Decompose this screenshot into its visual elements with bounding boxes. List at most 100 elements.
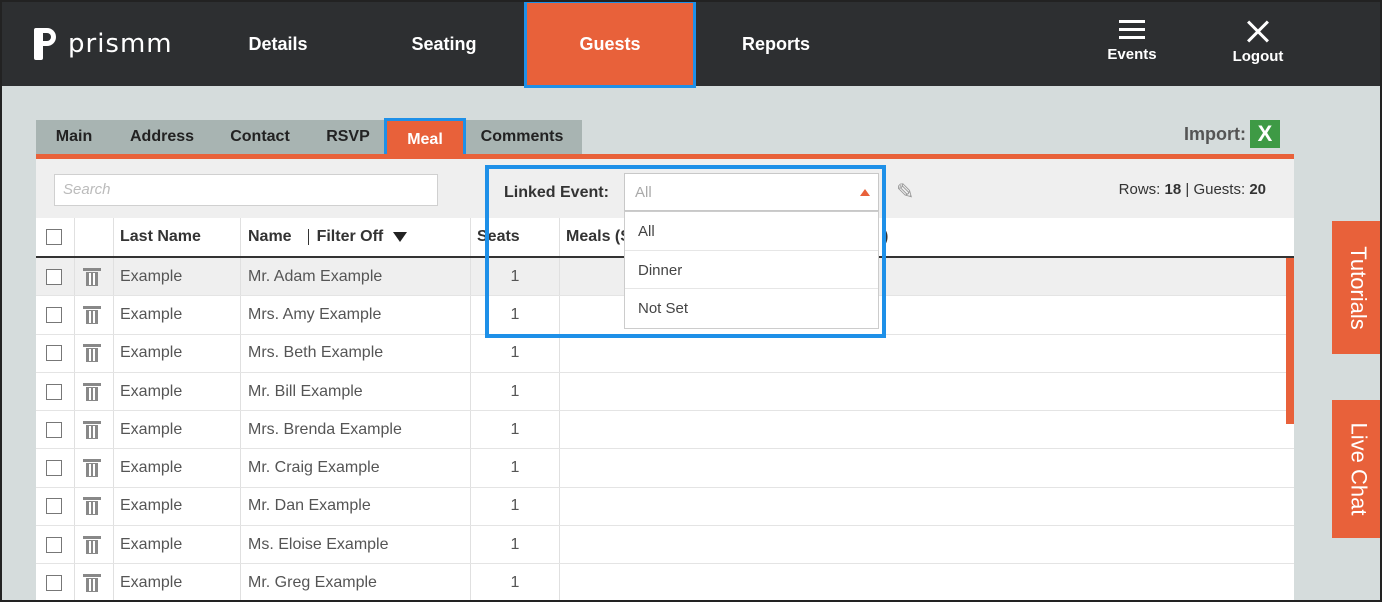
summary-separator: | xyxy=(1185,181,1190,198)
subtab-contact[interactable]: Contact xyxy=(216,120,304,154)
row-checkbox[interactable] xyxy=(46,421,62,438)
trash-icon[interactable] xyxy=(83,344,101,363)
row-delete-cell xyxy=(75,411,114,449)
row-delete-cell xyxy=(75,258,114,296)
header-seats[interactable]: Seats xyxy=(471,218,560,256)
search-input[interactable]: Search xyxy=(54,174,438,206)
events-label: Events xyxy=(1107,46,1157,63)
table-row[interactable]: Example Mr. Greg Example 1 xyxy=(36,564,1294,600)
header-name[interactable]: Name Filter Off xyxy=(241,218,471,256)
events-button[interactable]: Events xyxy=(1092,20,1172,63)
select-all-checkbox[interactable] xyxy=(46,229,62,245)
table-row[interactable]: Example Mr. Craig Example 1 xyxy=(36,449,1294,488)
cell-meals[interactable] xyxy=(560,526,1286,563)
app-frame: prismm Details Seating Guests Reports Ev… xyxy=(0,0,1382,602)
filter-dropdown-icon[interactable] xyxy=(393,232,408,242)
row-select-cell xyxy=(36,411,75,449)
cell-last-name: Example xyxy=(114,564,241,600)
trash-icon[interactable] xyxy=(83,420,101,439)
trash-icon[interactable] xyxy=(83,535,101,554)
cell-meals[interactable] xyxy=(560,449,1286,486)
row-checkbox[interactable] xyxy=(46,498,62,515)
subtab-bar: Main Address Contact RSVP Meal Comments xyxy=(36,118,582,162)
cell-meals[interactable] xyxy=(560,335,1286,372)
row-checkbox[interactable] xyxy=(46,460,62,477)
cell-last-name: Example xyxy=(114,411,241,449)
cell-meals[interactable] xyxy=(560,564,1286,600)
row-delete-cell xyxy=(75,564,114,600)
live-chat-tab[interactable]: Live Chat xyxy=(1332,400,1380,538)
filter-toggle[interactable]: Filter Off xyxy=(317,228,384,246)
row-delete-cell xyxy=(75,372,114,411)
row-checkbox[interactable] xyxy=(46,536,62,553)
cell-meals[interactable] xyxy=(560,373,1286,410)
option-dinner[interactable]: Dinner xyxy=(625,251,878,289)
pencil-icon[interactable]: ✎ xyxy=(896,179,920,204)
header-meals-tail: ) xyxy=(883,228,889,245)
caret-up-icon xyxy=(860,189,870,196)
row-delete-cell xyxy=(75,449,114,487)
table-row[interactable]: Example Mr. Dan Example 1 xyxy=(36,487,1294,527)
table-row[interactable]: Example Mrs. Beth Example 1 xyxy=(36,334,1294,373)
cell-name: Mrs. Beth Example xyxy=(241,334,471,372)
cell-seats: 1 xyxy=(471,487,560,526)
row-checkbox[interactable] xyxy=(46,575,62,592)
cell-last-name: Example xyxy=(114,296,241,334)
cell-name: Mr. Adam Example xyxy=(241,258,471,296)
table-row[interactable]: Example Ms. Eloise Example 1 xyxy=(36,526,1294,565)
row-select-cell xyxy=(36,372,75,411)
row-checkbox[interactable] xyxy=(46,306,62,323)
table-row[interactable]: Example Mr. Bill Example 1 xyxy=(36,372,1294,412)
table-row[interactable]: Example Mrs. Brenda Example 1 xyxy=(36,411,1294,450)
nav-tab-reports[interactable]: Reports xyxy=(696,2,856,86)
row-select-cell xyxy=(36,449,75,487)
close-icon xyxy=(1245,20,1271,44)
trash-icon[interactable] xyxy=(83,459,101,478)
brand-name: prismm xyxy=(68,29,173,59)
subtab-address[interactable]: Address xyxy=(116,120,208,154)
linked-event-select[interactable]: All xyxy=(624,173,879,211)
nav-tab-guests[interactable]: Guests xyxy=(524,2,696,88)
cell-seats: 1 xyxy=(471,296,560,334)
logout-button[interactable]: Logout xyxy=(1218,20,1298,65)
brand-logo[interactable]: prismm xyxy=(34,28,173,60)
cell-name: Mr. Craig Example xyxy=(241,449,471,487)
row-select-cell xyxy=(36,296,75,334)
cell-last-name: Example xyxy=(114,526,241,564)
import-control[interactable]: Import: X xyxy=(1184,120,1280,148)
row-checkbox[interactable] xyxy=(46,345,62,362)
header-meals-label: Meals (S xyxy=(566,228,631,245)
cell-last-name: Example xyxy=(114,334,241,372)
cell-seats: 1 xyxy=(471,411,560,449)
option-not-set[interactable]: Not Set xyxy=(625,289,878,328)
option-all[interactable]: All xyxy=(625,212,878,251)
header-last-name[interactable]: Last Name xyxy=(114,218,241,256)
excel-icon[interactable]: X xyxy=(1250,120,1280,148)
rows-label: Rows: xyxy=(1118,181,1161,198)
trash-icon[interactable] xyxy=(83,574,101,593)
subtab-rsvp[interactable]: RSVP xyxy=(312,120,384,154)
row-select-cell xyxy=(36,334,75,372)
cell-meals[interactable] xyxy=(560,488,1286,525)
scrollbar[interactable] xyxy=(1286,258,1294,424)
row-checkbox[interactable] xyxy=(46,268,62,285)
cell-meals[interactable] xyxy=(560,411,1286,448)
cell-last-name: Example xyxy=(114,372,241,411)
trash-icon[interactable] xyxy=(83,382,101,401)
trash-icon[interactable] xyxy=(83,497,101,516)
tutorials-tab[interactable]: Tutorials xyxy=(1332,221,1380,354)
menu-icon xyxy=(1119,20,1145,40)
trash-icon[interactable] xyxy=(83,305,101,324)
nav-tab-details[interactable]: Details xyxy=(198,2,358,86)
rows-summary: Rows: 18 | Guests: 20 xyxy=(1119,181,1266,198)
subtab-main[interactable]: Main xyxy=(36,120,112,154)
trash-icon[interactable] xyxy=(83,267,101,286)
guests-count: 20 xyxy=(1249,181,1266,198)
cell-name: Ms. Eloise Example xyxy=(241,526,471,564)
nav-tab-seating[interactable]: Seating xyxy=(364,2,524,86)
filter-separator xyxy=(307,229,309,245)
row-checkbox[interactable] xyxy=(46,383,62,400)
row-delete-cell xyxy=(75,296,114,334)
subtab-comments[interactable]: Comments xyxy=(468,120,576,154)
cell-seats: 1 xyxy=(471,334,560,372)
